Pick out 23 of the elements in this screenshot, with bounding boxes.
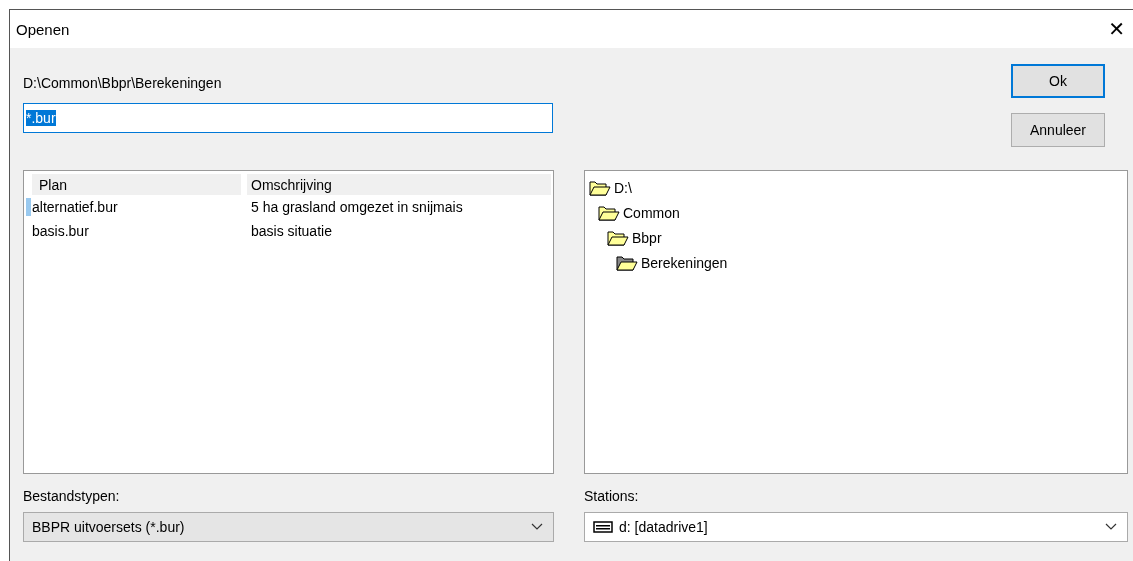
drive-icon bbox=[593, 521, 613, 533]
tree-item[interactable]: Common bbox=[623, 204, 680, 221]
table-cell[interactable]: basis situatie bbox=[251, 223, 332, 239]
table-cell[interactable]: alternatief.bur bbox=[32, 199, 251, 215]
tree-item[interactable]: Berekeningen bbox=[641, 254, 728, 271]
chevron-down-icon bbox=[531, 523, 543, 531]
file-types-dropdown[interactable]: BBPR uitvoersets (*.bur) bbox=[23, 512, 554, 542]
stations-dropdown[interactable]: d: [datadrive1] bbox=[584, 512, 1128, 542]
filename-value: *.bur bbox=[26, 110, 56, 126]
stations-label: Stations: bbox=[584, 488, 640, 504]
table-cell[interactable]: basis.bur bbox=[32, 223, 251, 239]
chevron-down-icon bbox=[1105, 523, 1117, 531]
column-header[interactable]: Omschrijving bbox=[247, 174, 551, 195]
file-types-label: Bestandstypen: bbox=[23, 488, 121, 504]
filename-field[interactable]: *.bur bbox=[23, 103, 553, 133]
close-button[interactable]: ✕ bbox=[1102, 17, 1131, 41]
cancel-button[interactable]: Annuleer bbox=[1011, 113, 1105, 147]
window-title: Openen bbox=[16, 20, 70, 38]
tree-item[interactable]: Bbpr bbox=[632, 229, 662, 246]
table-cell[interactable]: 5 ha grasland omgezet in snijmais bbox=[251, 199, 463, 215]
current-path: D:\Common\Bbpr\Berekeningen bbox=[23, 75, 223, 93]
ok-button[interactable]: Ok bbox=[1011, 64, 1105, 98]
tree-item[interactable]: D:\ bbox=[614, 179, 632, 196]
